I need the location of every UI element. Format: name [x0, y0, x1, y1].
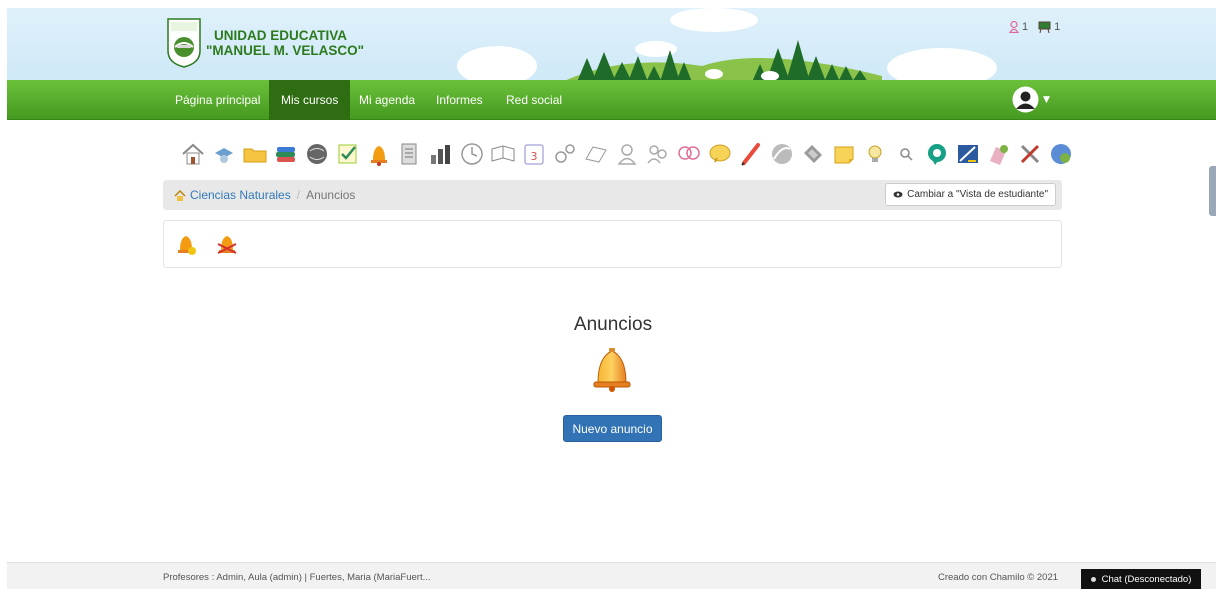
- breadcrumb-course-link[interactable]: Ciencias Naturales: [174, 188, 291, 202]
- nav-social-network[interactable]: Red social: [494, 80, 574, 120]
- footer-credit[interactable]: Creado con Chamilo © 2021: [938, 572, 1058, 583]
- school-name-line1: UNIDAD EDUCATIVA: [214, 28, 347, 43]
- progress-icon[interactable]: [798, 139, 828, 169]
- avatar-icon: [1012, 86, 1039, 113]
- gradebook-icon[interactable]: [426, 139, 456, 169]
- agenda-icon[interactable]: 3: [519, 139, 549, 169]
- actions-panel: [163, 220, 1062, 268]
- main-navbar: Página principal Mis cursos Mi agenda In…: [7, 80, 1216, 120]
- course-description-icon[interactable]: [209, 139, 239, 169]
- student-view-label: Cambiar a "Vista de estudiante": [907, 189, 1048, 200]
- learning-path-icon[interactable]: [271, 139, 301, 169]
- videoconference-icon[interactable]: [1046, 139, 1076, 169]
- users-online-counter[interactable]: 1: [1009, 21, 1028, 33]
- header-banner: UNIDAD EDUCATIVA "MANUEL M. VELASCO" 1 1: [7, 8, 1216, 80]
- wiki-icon[interactable]: [705, 139, 735, 169]
- groups-icon[interactable]: [550, 139, 580, 169]
- page-title: Anuncios: [573, 314, 653, 335]
- home-icon[interactable]: [178, 139, 208, 169]
- footer-teachers: Profesores : Admin, Aula (admin) | Fuert…: [163, 572, 431, 583]
- svg-text:3: 3: [531, 150, 538, 163]
- new-announcement-button[interactable]: Nuevo anuncio: [563, 415, 662, 442]
- blog-icon[interactable]: [984, 139, 1014, 169]
- course-tools-toolbar: 3: [178, 139, 1076, 173]
- announcements-bell-icon: [593, 348, 631, 392]
- footer: Profesores : Admin, Aula (admin) | Fuert…: [7, 562, 1216, 589]
- school-name-line2: "MANUEL M. VELASCO": [206, 43, 365, 58]
- bell-delete-icon: [217, 236, 237, 254]
- dropbox-icon[interactable]: [953, 139, 983, 169]
- chat-status-button[interactable]: Chat (Desconectado): [1081, 569, 1201, 589]
- search-icon[interactable]: [891, 139, 921, 169]
- settings-icon[interactable]: [1015, 139, 1045, 169]
- breadcrumb-separator: /: [296, 188, 301, 202]
- links-icon[interactable]: [302, 139, 332, 169]
- notes-icon[interactable]: [829, 139, 859, 169]
- breadcrumb-course-label: Ciencias Naturales: [190, 188, 291, 202]
- school-name: UNIDAD EDUCATIVA "MANUEL M. VELASCO": [206, 28, 364, 58]
- announcements-icon[interactable]: [364, 139, 394, 169]
- add-announcement-button[interactable]: [172, 230, 200, 258]
- lp-chat-icon[interactable]: [922, 139, 952, 169]
- breadcrumb: Ciencias Naturales / Anuncios Cambiar a …: [163, 180, 1062, 210]
- tests-icon[interactable]: [333, 139, 363, 169]
- nav-my-courses[interactable]: Mis cursos: [269, 80, 351, 120]
- classroom-counter[interactable]: 1: [1038, 21, 1060, 33]
- header-counters: 1 1: [1009, 21, 1066, 33]
- school-logo: [167, 18, 201, 68]
- classroom-count: 1: [1054, 21, 1061, 33]
- nav-my-agenda[interactable]: Mi agenda: [347, 80, 427, 120]
- home-icon: [174, 189, 186, 201]
- assignments-icon[interactable]: [395, 139, 425, 169]
- forums-icon[interactable]: [674, 139, 704, 169]
- users-online-count: 1: [1022, 21, 1029, 33]
- ideas-icon[interactable]: [860, 139, 890, 169]
- breadcrumb-current: Anuncios: [306, 188, 356, 202]
- user-groups-icon[interactable]: [643, 139, 673, 169]
- user-menu[interactable]: ▼: [1012, 86, 1050, 113]
- chat-icon[interactable]: [581, 139, 611, 169]
- student-view-button[interactable]: Cambiar a "Vista de estudiante": [885, 183, 1056, 206]
- glossary-icon[interactable]: [488, 139, 518, 169]
- side-panel-handle[interactable]: [1209, 166, 1216, 216]
- notebook-icon[interactable]: [767, 139, 797, 169]
- nav-home[interactable]: Página principal: [163, 80, 272, 120]
- bell-add-icon: [178, 236, 196, 255]
- surveys-icon[interactable]: [736, 139, 766, 169]
- chevron-down-icon: ▼: [1043, 94, 1050, 105]
- delete-all-announcements-button[interactable]: [213, 230, 241, 258]
- nav-reports[interactable]: Informes: [424, 80, 495, 120]
- user-icon: [1009, 21, 1019, 33]
- attendance-icon[interactable]: [457, 139, 487, 169]
- chat-status-label: Chat (Desconectado): [1101, 573, 1192, 585]
- chalkboard-icon: [1038, 21, 1051, 33]
- forest-illustration: [566, 40, 882, 80]
- users-icon[interactable]: [612, 139, 642, 169]
- status-dot-icon: [1090, 576, 1096, 582]
- documents-icon[interactable]: [240, 139, 270, 169]
- eye-icon: [893, 191, 903, 198]
